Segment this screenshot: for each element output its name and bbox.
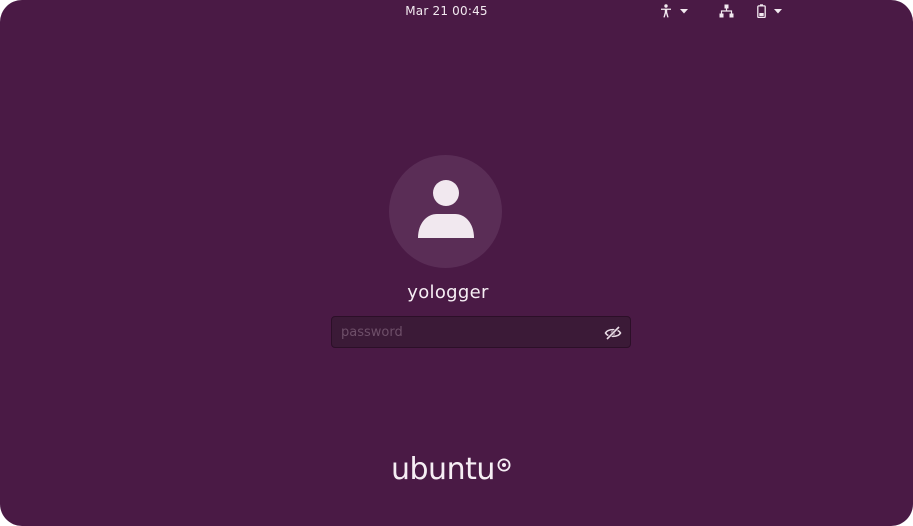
chevron-down-icon xyxy=(774,8,782,14)
password-field[interactable] xyxy=(331,316,631,348)
network-icon xyxy=(719,4,734,18)
eye-slash-icon[interactable] xyxy=(604,325,622,341)
username-label: yologger xyxy=(407,282,489,303)
user-icon xyxy=(417,179,475,245)
login-screen: Mar 21 00:45 yologger ubuntu xyxy=(0,0,913,526)
accessibility-menu[interactable] xyxy=(660,3,688,19)
user-avatar[interactable] xyxy=(389,155,502,268)
ubuntu-logo: ubuntu xyxy=(391,451,511,491)
circle-of-friends-icon xyxy=(497,457,511,476)
accessibility-icon xyxy=(660,4,672,18)
network-menu[interactable] xyxy=(719,3,734,19)
password-input[interactable] xyxy=(341,323,591,341)
battery-icon xyxy=(757,4,766,18)
logo-text: ubuntu xyxy=(391,452,495,487)
chevron-down-icon xyxy=(680,8,688,14)
system-menu[interactable] xyxy=(757,3,782,19)
top-bar: Mar 21 00:45 xyxy=(0,0,913,22)
